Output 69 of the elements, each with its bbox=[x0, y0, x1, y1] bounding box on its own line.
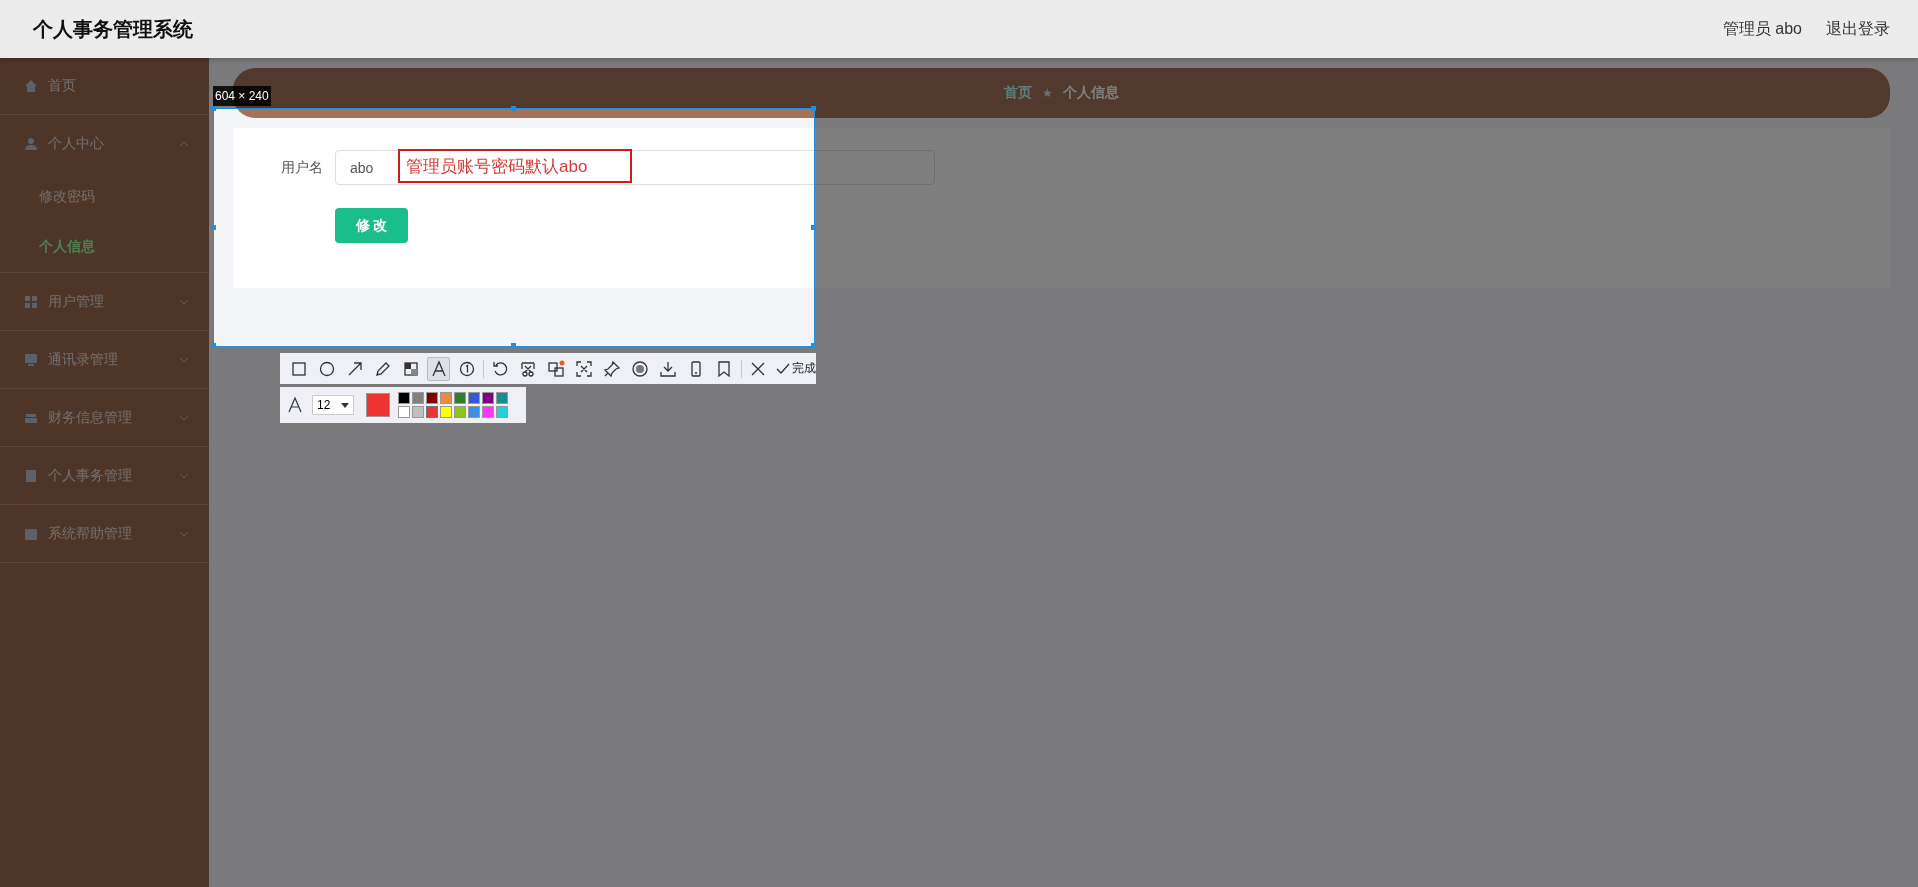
app-title: 个人事务管理系统 bbox=[33, 16, 193, 42]
text-tool-button[interactable] bbox=[427, 356, 450, 381]
submenu-item[interactable]: 修改密码 bbox=[0, 172, 209, 222]
resize-handle[interactable] bbox=[811, 106, 816, 111]
resize-handle[interactable] bbox=[511, 343, 516, 348]
ocr-icon bbox=[575, 359, 594, 378]
monitor-icon bbox=[24, 352, 38, 367]
sidebar-item[interactable]: 个人中心 bbox=[0, 115, 209, 172]
font-size-dropdown[interactable]: 12 bbox=[312, 395, 354, 415]
color-swatch[interactable] bbox=[468, 392, 480, 404]
color-swatch[interactable] bbox=[468, 406, 480, 418]
chevron-icon bbox=[179, 140, 189, 147]
resize-handle[interactable] bbox=[211, 343, 216, 348]
home-icon bbox=[24, 79, 38, 93]
doc-icon bbox=[24, 468, 38, 483]
resize-handle[interactable] bbox=[811, 224, 816, 230]
resize-handle[interactable] bbox=[511, 106, 516, 111]
ellipse-icon bbox=[317, 359, 336, 378]
user-label: 管理员 abo bbox=[1722, 18, 1802, 39]
record-icon bbox=[631, 359, 650, 378]
color-swatch[interactable] bbox=[496, 392, 508, 404]
color-swatch[interactable] bbox=[482, 392, 494, 404]
chevron-icon bbox=[179, 356, 189, 363]
color-swatch[interactable] bbox=[440, 392, 452, 404]
download-icon bbox=[659, 359, 678, 378]
submit-button[interactable]: 修 改 bbox=[335, 208, 408, 243]
translate-icon bbox=[547, 359, 566, 378]
color-swatch[interactable] bbox=[412, 406, 424, 418]
color-swatch[interactable] bbox=[426, 406, 438, 418]
rectangle-icon bbox=[289, 359, 308, 378]
breadcrumb-home-link[interactable]: 首页 bbox=[1004, 84, 1033, 102]
color-swatch[interactable] bbox=[412, 392, 424, 404]
field-label: 用户名 bbox=[280, 158, 324, 177]
chevron-icon bbox=[179, 530, 189, 537]
resize-handle[interactable] bbox=[211, 106, 216, 111]
font-icon bbox=[286, 396, 304, 414]
cut-icon bbox=[519, 359, 538, 378]
box-icon bbox=[24, 526, 38, 541]
color-swatch[interactable] bbox=[496, 406, 508, 418]
resize-handle[interactable] bbox=[211, 224, 216, 230]
caret-icon bbox=[341, 402, 349, 408]
color-swatch[interactable] bbox=[454, 392, 466, 404]
mosaic-icon bbox=[401, 359, 420, 378]
text-icon bbox=[429, 359, 448, 378]
grid-icon bbox=[24, 294, 38, 309]
submenu-item[interactable]: 个人信息 bbox=[0, 222, 209, 272]
color-swatch[interactable] bbox=[426, 392, 438, 404]
color-swatch[interactable] bbox=[398, 392, 410, 404]
current-color-swatch[interactable] bbox=[366, 393, 390, 417]
done-button[interactable]: 完成 bbox=[774, 360, 816, 377]
pin-icon bbox=[603, 359, 622, 378]
chevron-icon bbox=[179, 414, 189, 421]
breadcrumb-separator: ★ bbox=[1042, 86, 1053, 100]
number-icon bbox=[457, 359, 476, 378]
color-swatch[interactable] bbox=[454, 406, 466, 418]
selection-size-label: 604 × 240 bbox=[213, 86, 271, 106]
selection-frame[interactable] bbox=[213, 108, 815, 347]
resize-handle[interactable] bbox=[811, 343, 816, 348]
color-swatch[interactable] bbox=[482, 406, 494, 418]
sidebar-item[interactable]: 首页 bbox=[0, 58, 209, 115]
logout-link[interactable]: 退出登录 bbox=[1826, 18, 1890, 40]
color-swatch[interactable] bbox=[398, 406, 410, 418]
chevron-icon bbox=[179, 472, 189, 479]
undo-icon bbox=[491, 359, 510, 378]
color-swatch[interactable] bbox=[440, 406, 452, 418]
person-icon bbox=[24, 136, 38, 151]
breadcrumb-current: 个人信息 bbox=[1062, 84, 1119, 102]
text-annotation[interactable]: 管理员账号密码默认abo bbox=[398, 149, 632, 183]
chevron-icon bbox=[179, 298, 189, 305]
